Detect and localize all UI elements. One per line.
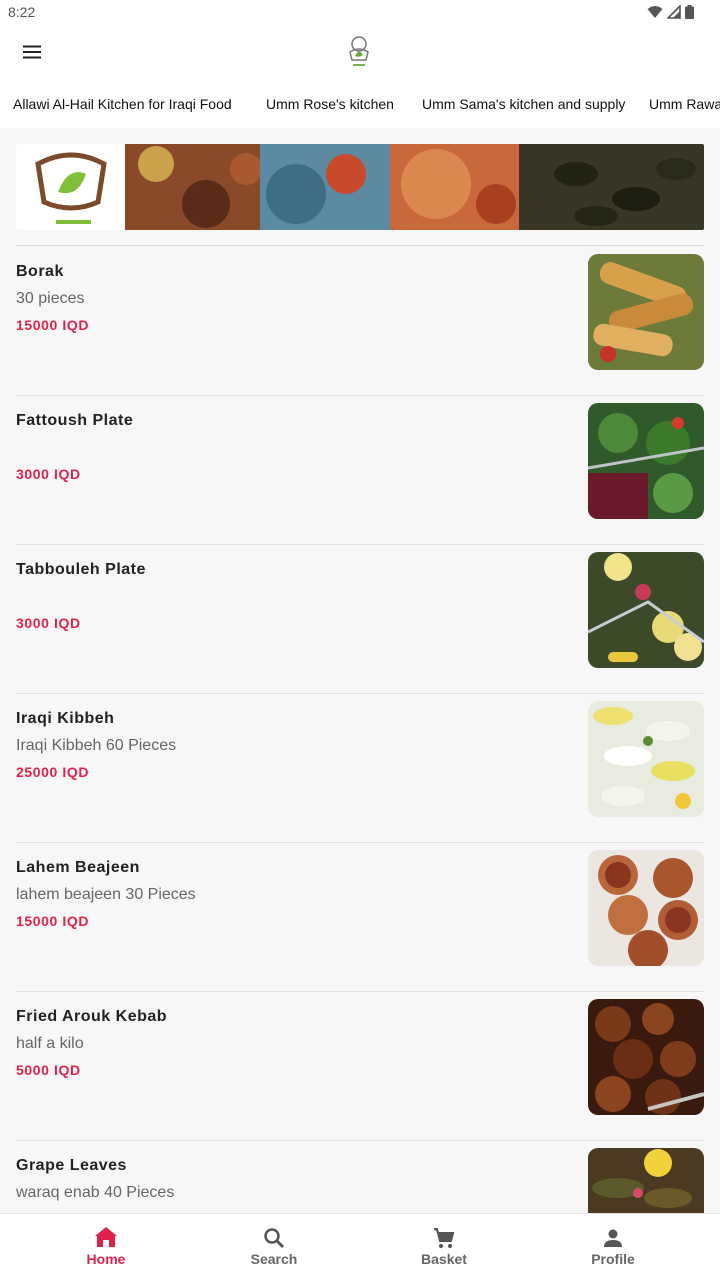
item-photo-borak <box>588 254 704 370</box>
nav-home[interactable]: Home <box>46 1214 166 1280</box>
status-bar: 8:22 <box>0 0 720 24</box>
nav-search-label: Search <box>250 1251 298 1267</box>
item-price: 5000 IQD <box>16 1062 81 1078</box>
menu-item-iraqi-kibbeh[interactable]: Iraqi Kibbeh Iraqi Kibbeh 60 Pieces 2500… <box>16 701 704 859</box>
status-time: 8:22 <box>8 4 36 20</box>
restaurant-banner <box>16 144 704 230</box>
signal-icon <box>667 5 681 19</box>
menu-item-tabbouleh-plate[interactable]: Tabbouleh Plate 3000 IQD <box>16 552 704 710</box>
banner-image <box>16 144 704 230</box>
home-icon <box>95 1227 117 1247</box>
app-bar <box>0 24 720 80</box>
item-name: Fattoush Plate <box>16 412 134 429</box>
tab-umm-sama-kitchen[interactable]: Umm Sama's kitchen and supply <box>422 80 625 128</box>
item-description: half a kilo <box>16 1035 84 1052</box>
item-divider <box>16 991 704 992</box>
item-photo-tabbouleh-plate <box>588 552 704 668</box>
item-name: Grape Leaves <box>16 1157 127 1174</box>
battery-icon <box>685 5 694 19</box>
tab-umm-rawa[interactable]: Umm Rawa <box>649 80 720 128</box>
kitchen-tabs: Allawi Al-Hail Kitchen for Iraqi Food Um… <box>0 80 720 128</box>
item-photo-lahem-beajeen <box>588 850 704 966</box>
nav-profile[interactable]: Profile <box>553 1214 673 1280</box>
item-photo-iraqi-kibbeh <box>588 701 704 817</box>
menu-button[interactable] <box>14 34 50 70</box>
wifi-icon <box>647 6 663 18</box>
item-name: Borak <box>16 263 64 280</box>
item-divider <box>16 842 704 843</box>
item-divider <box>16 544 704 545</box>
hamburger-icon <box>23 45 41 59</box>
item-name: Lahem Beajeen <box>16 859 140 876</box>
item-photo-fattoush-plate <box>588 403 704 519</box>
item-price: 15000 IQD <box>16 317 90 333</box>
tab-allawi-al-hail-kitchen[interactable]: Allawi Al-Hail Kitchen for Iraqi Food <box>13 80 232 128</box>
item-name: Tabbouleh Plate <box>16 561 146 578</box>
item-description: 30 pieces <box>16 290 85 307</box>
item-name: Iraqi Kibbeh <box>16 710 115 727</box>
banner-divider <box>16 245 704 246</box>
item-divider <box>16 395 704 396</box>
search-icon <box>264 1228 285 1249</box>
nav-basket[interactable]: Basket <box>384 1214 504 1280</box>
cart-icon <box>434 1228 455 1248</box>
item-price: 15000 IQD <box>16 913 90 929</box>
kitchen-logo <box>349 36 369 66</box>
menu-item-fried-arouk-kebab[interactable]: Fried Arouk Kebab half a kilo 5000 IQD <box>16 999 704 1157</box>
item-description: Iraqi Kibbeh 60 Pieces <box>16 737 177 754</box>
item-divider <box>16 693 704 694</box>
bottom-navigation: Home Search Basket Profile <box>0 1213 720 1280</box>
item-divider <box>16 1140 704 1141</box>
person-icon <box>604 1229 622 1247</box>
system-icons <box>647 5 694 19</box>
nav-home-label: Home <box>86 1251 126 1267</box>
tab-umm-rose-kitchen[interactable]: Umm Rose's kitchen <box>266 80 394 128</box>
nav-profile-label: Profile <box>591 1251 635 1267</box>
item-description: waraq enab 40 Pieces <box>16 1184 175 1201</box>
item-description: lahem beajeen 30 Pieces <box>16 886 196 903</box>
item-price: 3000 IQD <box>16 466 81 482</box>
nav-search[interactable]: Search <box>214 1214 334 1280</box>
item-name: Fried Arouk Kebab <box>16 1008 168 1025</box>
menu-item-borak[interactable]: Borak 30 pieces 15000 IQD <box>16 254 704 412</box>
item-photo-fried-arouk-kebab <box>588 999 704 1115</box>
menu-item-lahem-beajeen[interactable]: Lahem Beajeen lahem beajeen 30 Pieces 15… <box>16 850 704 1008</box>
item-price: 3000 IQD <box>16 615 81 631</box>
menu-item-fattoush-plate[interactable]: Fattoush Plate 3000 IQD <box>16 403 704 561</box>
item-price: 25000 IQD <box>16 764 90 780</box>
nav-basket-label: Basket <box>421 1251 467 1267</box>
